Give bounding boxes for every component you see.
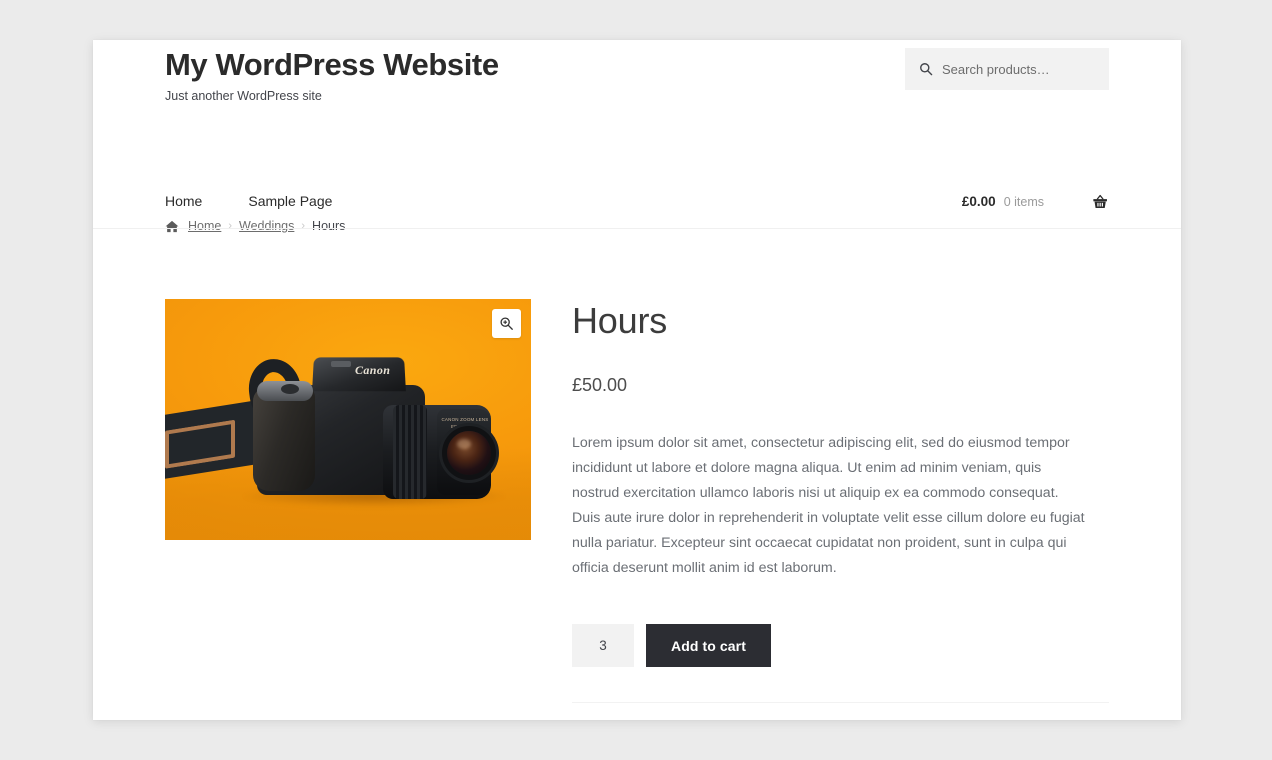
product-description: Lorem ipsum dolor sit amet, consectetur … — [572, 434, 1085, 577]
product: Canon CANON ZOOM LENS EF 35-80mm Hours £… — [165, 299, 1109, 720]
search-icon — [919, 62, 933, 76]
cart-area: £0.00 0 items — [962, 174, 1109, 229]
cart-amount: £0.00 — [961, 194, 996, 209]
camera-lens-reflection — [457, 439, 471, 449]
site-description: Just another WordPress site — [165, 88, 322, 103]
product-image-camera[interactable]: Canon CANON ZOOM LENS EF 35-80mm — [165, 299, 531, 540]
shopping-basket-icon[interactable] — [1092, 194, 1109, 210]
site-title[interactable]: My WordPress Website — [165, 47, 499, 83]
nav-item-sample-page[interactable]: Sample Page — [248, 193, 332, 209]
add-to-cart-button[interactable]: Add to cart — [646, 624, 771, 668]
main-content: Home › Weddings › Hours Canon CANON ZOOM… — [93, 189, 1181, 720]
camera-brand-label: Canon — [355, 363, 391, 377]
site-header: My WordPress Website Just another WordPr… — [93, 40, 1181, 229]
camera-lens-glass — [447, 431, 491, 475]
product-title: Hours — [572, 300, 668, 341]
cart-contents-link[interactable]: £0.00 0 items — [962, 194, 1044, 209]
site-container: My WordPress Website Just another WordPr… — [93, 40, 1181, 720]
product-meta: Category: Weddings — [572, 702, 1109, 720]
camera-lens-zoom-ring — [393, 405, 427, 499]
add-to-cart-form: Add to cart — [572, 624, 1109, 668]
magnifier-plus-icon[interactable] — [492, 309, 521, 338]
cart-item-count: 0 items — [1003, 195, 1044, 209]
camera-grip — [253, 387, 315, 491]
main-navigation: Home Sample Page £0.00 0 items — [93, 174, 1181, 229]
camera-shutter-button — [281, 384, 299, 394]
camera-lens-label: CANON ZOOM LENS EF 35-80mm — [441, 417, 489, 429]
product-summary: Hours £50.00 Lorem ipsum dolor sit amet,… — [572, 299, 1109, 720]
site-branding: My WordPress Website Just another WordPr… — [165, 47, 499, 103]
search-input[interactable] — [942, 61, 1095, 77]
product-search-box[interactable] — [905, 48, 1109, 90]
product-price: £50.00 — [572, 374, 628, 395]
nav-links: Home Sample Page — [165, 193, 332, 209]
camera-hotshoe — [331, 361, 351, 367]
nav-item-home[interactable]: Home — [165, 193, 202, 209]
quantity-input[interactable] — [572, 624, 634, 668]
page-canvas: My WordPress Website Just another WordPr… — [0, 0, 1272, 760]
product-gallery[interactable]: Canon CANON ZOOM LENS EF 35-80mm — [165, 299, 531, 540]
